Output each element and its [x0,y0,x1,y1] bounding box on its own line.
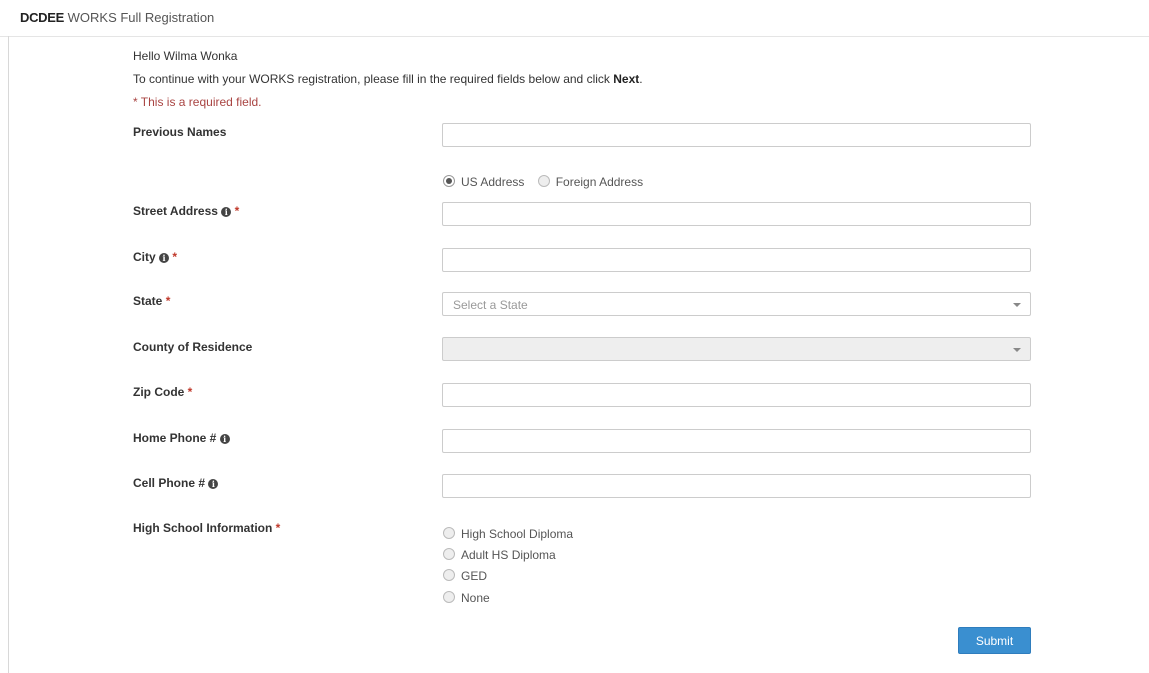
page-title-text: WORKS Full Registration [64,10,215,25]
previous-names-input[interactable] [442,123,1031,147]
street-address-label: Street Address i * [133,204,239,218]
page-header: DCDEE WORKS Full Registration [0,0,1149,37]
home-phone-label: Home Phone # i [133,431,230,445]
adult-hs-diploma-option[interactable]: Adult HS Diploma [443,548,556,562]
greeting-text: Hello Wilma Wonka [133,49,238,63]
zip-code-label-text: Zip Code [133,385,185,399]
state-select-placeholder: Select a State [453,298,528,312]
instructions-next-word: Next [613,72,640,86]
info-icon[interactable]: i [208,479,219,489]
info-icon[interactable]: i [159,253,170,263]
foreign-address-label: Foreign Address [555,175,644,189]
county-label: County of Residence [133,340,253,354]
home-phone-label-text: Home Phone # [133,431,217,445]
instructions-text: To continue with your WORKS registration… [133,72,643,86]
caret-down-icon [1013,348,1021,352]
required-marker: * [275,521,281,535]
high-school-label: High School Information * [133,521,280,535]
city-input[interactable] [442,248,1031,272]
state-label-text: State [133,294,163,308]
ged-radio[interactable] [443,569,455,581]
cell-phone-input[interactable] [442,474,1031,498]
previous-names-label: Previous Names [133,125,227,139]
high-school-diploma-radio[interactable] [443,527,455,539]
required-marker: * [172,250,178,264]
ged-option[interactable]: GED [443,569,487,583]
street-address-input[interactable] [442,202,1031,226]
foreign-address-option[interactable]: Foreign Address [537,175,644,189]
cell-phone-label: Cell Phone # i [133,476,219,490]
address-type-group: US Address Foreign Address [443,175,643,189]
us-address-label: US Address [461,175,525,189]
none-option[interactable]: None [443,591,490,605]
instructions-prefix: To continue with your WORKS registration… [133,72,614,86]
none-radio[interactable] [443,591,455,603]
adult-hs-diploma-label: Adult HS Diploma [461,548,556,562]
city-label: City i * [133,250,177,264]
adult-hs-diploma-radio[interactable] [443,548,455,560]
foreign-address-radio[interactable] [537,175,550,187]
page-title: DCDEE WORKS Full Registration [20,10,214,25]
state-select[interactable]: Select a State [442,292,1031,316]
us-address-option[interactable]: US Address [443,175,524,189]
instructions-suffix: . [639,72,643,86]
required-marker: * [165,294,171,308]
state-label: State * [133,294,170,308]
us-address-radio[interactable] [443,175,455,187]
required-marker: * [187,385,193,399]
cell-phone-label-text: Cell Phone # [133,476,206,490]
zip-code-input[interactable] [442,383,1031,407]
none-label: None [461,591,490,605]
street-address-label-text: Street Address [133,204,218,218]
high-school-label-text: High School Information [133,521,273,535]
info-icon[interactable]: i [221,207,232,217]
submit-button[interactable]: Submit [958,627,1031,654]
caret-down-icon [1013,303,1021,307]
ged-label: GED [461,569,488,583]
county-select [442,337,1031,361]
info-icon[interactable]: i [219,434,230,444]
high-school-diploma-option[interactable]: High School Diploma [443,527,573,541]
high-school-diploma-label: High School Diploma [461,527,574,541]
city-label-text: City [133,250,156,264]
required-marker: * [234,204,240,218]
zip-code-label: Zip Code * [133,385,192,399]
brand-name: DCDEE [20,10,65,25]
required-field-note: * This is a required field. [133,95,262,109]
left-border [8,36,9,673]
home-phone-input[interactable] [442,429,1031,453]
